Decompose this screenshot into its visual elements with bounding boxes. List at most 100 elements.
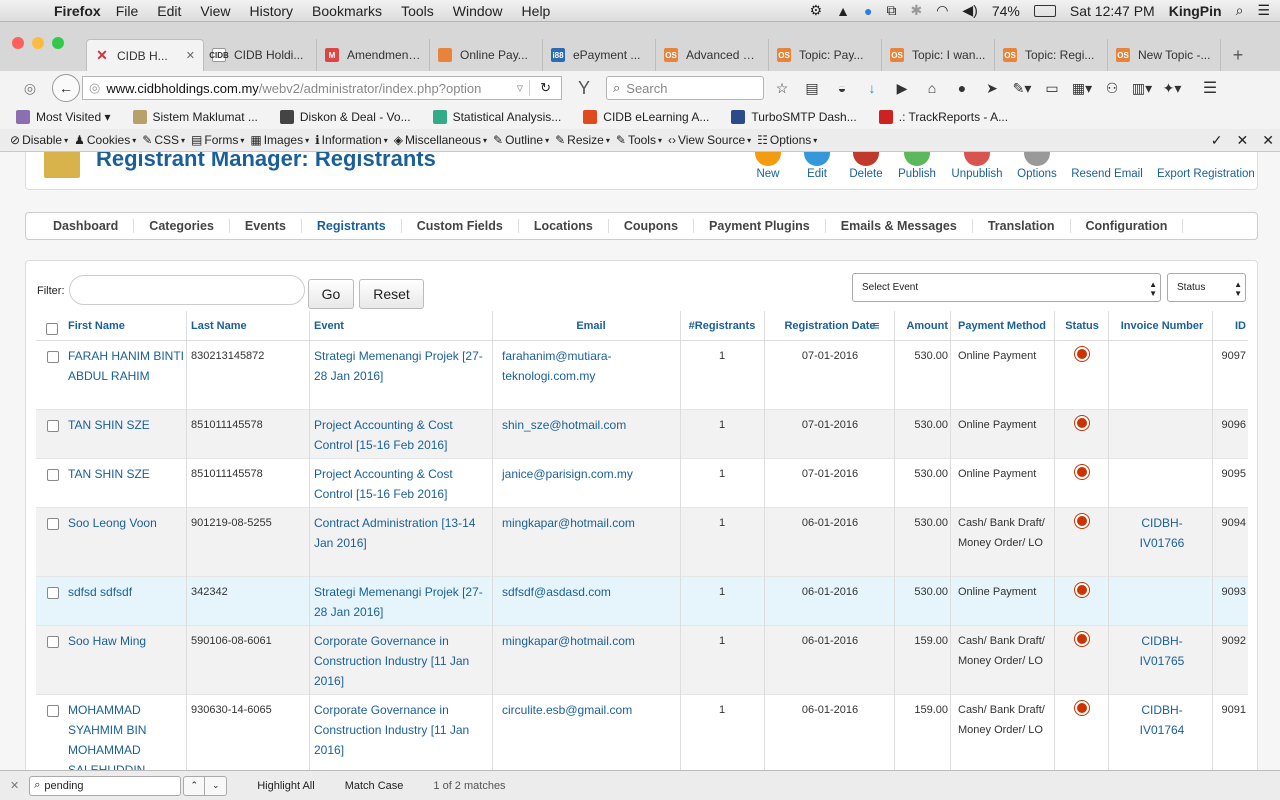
browser-tab[interactable]: OS Advanced S... [656,39,769,71]
table-row[interactable]: Soo Haw Ming 590106-08-6061 Corporate Gove… [36,626,1248,695]
table-row[interactable]: TAN SHIN SZE 851011145578 Project Accounti… [36,410,1248,459]
app-menu[interactable]: Firefox [54,3,101,19]
cell-first-name[interactable]: FARAH HANIM BINTI ABDUL RAHIM [68,346,186,386]
battery-percent[interactable]: 74% [992,3,1020,19]
tab-payment-plugins[interactable]: Payment Plugins [694,219,826,233]
go-button[interactable]: Go [308,279,354,309]
select-event-dropdown[interactable]: Select Event ▲ ▼ [852,273,1161,302]
status-unpublished-icon[interactable] [1075,632,1089,646]
extension-icon[interactable]: ⚇ [1100,78,1124,98]
clipboard-icon[interactable]: ▥▾ [1130,78,1154,98]
column-header-email[interactable]: Email [502,320,680,332]
dev-menu-view-source[interactable]: ‹› View Source ▾ [668,133,751,147]
download-icon[interactable]: ↓ [860,78,884,98]
options-button[interactable]: Options [1016,152,1058,180]
table-row[interactable]: MOHAMMAD SYAHMIM BIN MOHAMMAD SALEHUDDIN… [36,695,1248,770]
notification-center-icon[interactable]: ☰ [1257,2,1270,19]
column-header-id[interactable]: ID [1216,320,1246,332]
column-header-amount[interactable]: Amount [898,320,948,332]
column-header-last-name[interactable]: Last Name [191,320,309,332]
menu-tools[interactable]: Tools [401,3,434,19]
menu-help[interactable]: Help [522,3,551,19]
column-header-event[interactable]: Event [314,320,489,332]
dev-menu-disable[interactable]: ⊘ Disable ▾ [10,133,68,147]
sort-descending-icon[interactable]: ≡ [872,318,880,333]
row-checkbox[interactable] [47,705,59,717]
status-unpublished-icon[interactable] [1075,347,1089,361]
search-input[interactable]: ⌕ Search [606,76,764,100]
zoom-window-button[interactable] [52,37,64,49]
delete-button[interactable]: Delete [849,152,883,180]
unpublish-button[interactable]: Unpublish [951,152,1003,180]
column-header-status[interactable]: Status [1060,320,1104,332]
menu-bookmarks[interactable]: Bookmarks [312,3,382,19]
status-dropdown[interactable]: Status ▲ ▼ [1167,273,1246,302]
find-input[interactable]: ⌕ pending [29,775,182,796]
row-checkbox[interactable] [47,469,59,481]
cell-email[interactable]: mingkapar@hotmail.com [502,631,680,651]
tab-categories[interactable]: Categories [134,219,230,233]
skype-icon[interactable]: ● [864,3,872,19]
status-unpublished-icon[interactable] [1075,514,1089,528]
cell-email[interactable]: mingkapar@hotmail.com [502,513,680,533]
reading-list-icon[interactable]: ▤ [800,78,824,98]
bookmark-star-icon[interactable]: ☆ [770,78,794,98]
browser-tab[interactable]: OS New Topic -... [1108,39,1221,71]
tab-configuration[interactable]: Configuration [1071,219,1184,233]
dev-menu-outline[interactable]: ✎ Outline ▾ [493,133,549,147]
row-checkbox[interactable] [47,518,59,530]
status-unpublished-icon[interactable] [1075,465,1089,479]
close-toolbar-icon[interactable]: ✕ [1262,132,1274,149]
sidebar-icon[interactable]: ▭ [1040,78,1064,98]
cell-event[interactable]: Strategi Memenangi Projek [27-28 Jan 201… [314,582,489,622]
bookmark-cidb-elearning-a[interactable]: CIDB eLearning A... [583,110,709,124]
cell-first-name[interactable]: Soo Leong Voon [68,513,186,533]
spotlight-icon[interactable]: ⌕ [1236,2,1244,19]
edit-button[interactable]: Edit [802,152,832,180]
cell-event[interactable]: Corporate Governance in Construction Ind… [314,700,489,760]
url-bar[interactable]: ◎ www.cidbholdings.com.my/webv2/administ… [82,76,562,100]
close-tab-icon[interactable]: ✕ [186,49,195,62]
browser-tab[interactable]: ✕ CIDB H... ✕ [86,39,204,71]
bookmark-diskon-deal-vo[interactable]: Diskon & Deal - Vo... [279,110,411,124]
menu-edit[interactable]: Edit [157,3,181,19]
checkmark-icon[interactable]: ✓ [1211,132,1223,149]
cell-first-name[interactable]: TAN SHIN SZE [68,464,186,484]
browser-tab[interactable]: i88 ePayment ... [543,39,656,71]
cell-event[interactable]: Corporate Governance in Construction Ind… [314,631,489,691]
cell-email[interactable]: shin_sze@hotmail.com [502,415,680,435]
tab-coupons[interactable]: Coupons [609,219,695,233]
dev-menu-resize[interactable]: ✎ Resize ▾ [555,133,610,147]
cell-email[interactable]: circulite.esb@gmail.com [502,700,680,720]
cell-invoice-number[interactable]: CIDBH-IV01765 [1114,631,1210,671]
status-unpublished-icon[interactable] [1075,416,1089,430]
browser-tab[interactable]: OS Topic: Regi... [995,39,1108,71]
browser-tab[interactable]: M Amendment... [317,39,430,71]
bluetooth-icon[interactable]: ✱ [910,2,922,19]
cell-email[interactable]: farahanim@mutiara-teknologi.com.my [502,346,680,386]
row-checkbox[interactable] [47,351,59,363]
column-header-registrants[interactable]: #Registrants [684,320,760,332]
tab-events[interactable]: Events [230,219,302,233]
table-row[interactable]: FARAH HANIM BINTI ABDUL RAHIM 83021314587… [36,341,1248,410]
screen-icon[interactable]: ⧉ [886,2,896,19]
puzzle-icon[interactable]: ✦▾ [1160,78,1184,98]
wifi-icon[interactable]: ◠ [936,2,948,19]
new-tab-button[interactable]: + [1221,39,1255,71]
menu-file[interactable]: File [116,3,139,19]
new-button[interactable]: New [755,152,781,180]
menu-view[interactable]: View [200,3,230,19]
table-row[interactable]: sdfsd sdfsdf 342342 Strategi Memenangi Pro… [36,577,1248,626]
row-checkbox[interactable] [47,587,59,599]
user-name[interactable]: KingPin [1169,3,1222,19]
pocket-icon[interactable]: ◒ [830,78,854,98]
column-header-invoice-number[interactable]: Invoice Number [1114,320,1210,332]
identity-globe-icon[interactable]: ◎ [89,80,100,96]
cell-first-name[interactable]: TAN SHIN SZE [68,415,186,435]
column-header-first-name[interactable]: First Name [68,320,186,332]
tab-dashboard[interactable]: Dashboard [38,219,135,233]
table-row[interactable]: TAN SHIN SZE 851011145578 Project Accounti… [36,459,1248,508]
reset-button[interactable]: Reset [359,279,424,309]
highlight-all-toggle[interactable]: Highlight All [257,780,314,792]
browser-tab[interactable]: OS Topic: I wan... [882,39,995,71]
